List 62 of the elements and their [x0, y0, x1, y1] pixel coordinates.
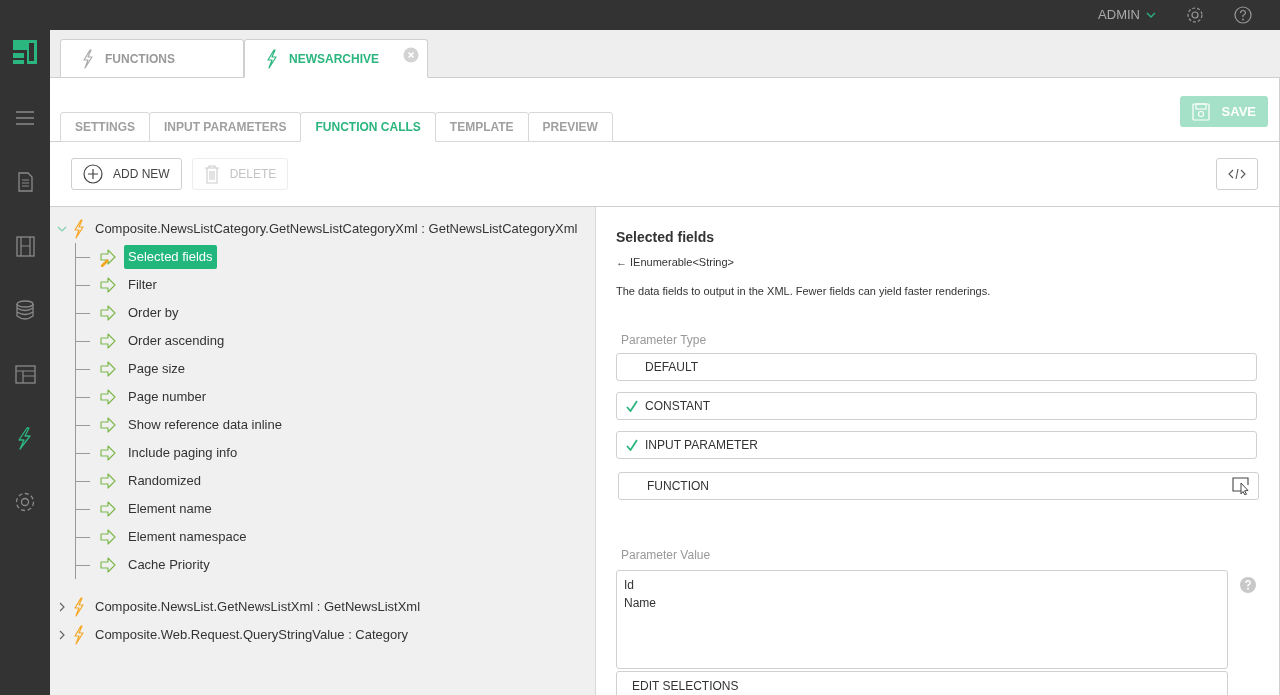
parameter-type-option[interactable]: INPUT PARAMETER	[616, 431, 1257, 459]
arrow-icon	[100, 359, 117, 379]
plus-circle-icon	[83, 164, 103, 184]
logo-icon	[13, 40, 37, 64]
database-icon[interactable]	[14, 298, 36, 322]
parameter-type-option[interactable]: FUNCTION	[618, 472, 1259, 500]
chevron-right-icon[interactable]	[57, 630, 67, 640]
chevron-right-icon[interactable]	[57, 602, 67, 612]
lightning-icon	[81, 48, 95, 69]
arrow-icon	[100, 387, 117, 407]
edit-arrow-icon	[100, 247, 117, 267]
lightning-icon	[265, 48, 279, 69]
parameter-title: Selected fields	[616, 228, 716, 247]
arrow-icon	[100, 275, 117, 295]
parameter-type-option[interactable]: DEFAULT	[616, 353, 1257, 381]
function-node[interactable]: Composite.Web.Request.QueryStringValue : Category	[95, 625, 409, 645]
return-type: ← IEnumerable<String>	[616, 255, 735, 270]
help-icon	[1234, 6, 1252, 24]
chevron-down-icon	[1146, 12, 1156, 18]
parameter-node[interactable]: Order by	[124, 301, 183, 325]
cursor-icon	[1232, 477, 1250, 495]
parameter-node[interactable]: Page size	[124, 357, 190, 381]
film-icon[interactable]	[14, 234, 36, 258]
arrow-icon	[100, 471, 117, 491]
parameter-node[interactable]: Page number	[124, 385, 211, 409]
parameter-node[interactable]: Include paging info	[124, 441, 242, 465]
lightning-icon	[72, 597, 86, 617]
description: The data fields to output in the XML. Fewer fields can yield faster renderings.	[616, 283, 992, 299]
settings-icon	[1186, 6, 1204, 24]
arrow-icon	[100, 303, 117, 323]
trash-icon	[203, 164, 220, 184]
lightning-icon	[72, 625, 86, 645]
field-label: Parameter Value	[621, 547, 712, 564]
checkmark-icon	[626, 400, 638, 412]
function-node[interactable]: Composite.NewsListCategory.GetNewsListCategoryXml : GetNewsListCategoryXml	[95, 219, 578, 239]
arrow-icon	[100, 527, 117, 547]
checkmark-icon	[626, 439, 638, 451]
arrow-icon	[100, 331, 117, 351]
lightning-icon	[72, 219, 86, 239]
parameter-node[interactable]: Randomized	[124, 469, 205, 493]
parameter-node[interactable]: Element namespace	[124, 525, 251, 549]
code-icon	[1228, 168, 1246, 180]
parameter-node[interactable]: Filter	[124, 273, 161, 297]
function-node[interactable]: Composite.NewsList.GetNewsListXml : GetNewsListXml	[95, 597, 421, 617]
field-label: Parameter Type	[621, 332, 708, 349]
arrow-icon	[100, 443, 117, 463]
edit-selections-button[interactable]: EDIT SELECTIONS	[616, 671, 1228, 695]
parameter-node[interactable]: Cache Priority	[124, 553, 214, 577]
arrow-icon	[100, 555, 117, 575]
parameter-node[interactable]: Show reference data inline	[124, 413, 286, 437]
layout-icon[interactable]	[14, 362, 36, 386]
arrow-icon	[100, 415, 117, 435]
settings-icon[interactable]	[14, 490, 36, 514]
help-icon	[1240, 577, 1256, 593]
parameter-type-option[interactable]: CONSTANT	[616, 392, 1257, 420]
arrow-icon	[100, 499, 117, 519]
user-menu[interactable]: ADMIN	[1098, 5, 1156, 25]
parameter-value-field[interactable]: Id Name	[616, 570, 1228, 669]
add-button[interactable]: ADD NEW	[71, 158, 182, 190]
parameter-node[interactable]: Element name	[124, 497, 216, 521]
source-code-button[interactable]	[1216, 158, 1258, 190]
parameter-node[interactable]: Order ascending	[124, 329, 229, 353]
